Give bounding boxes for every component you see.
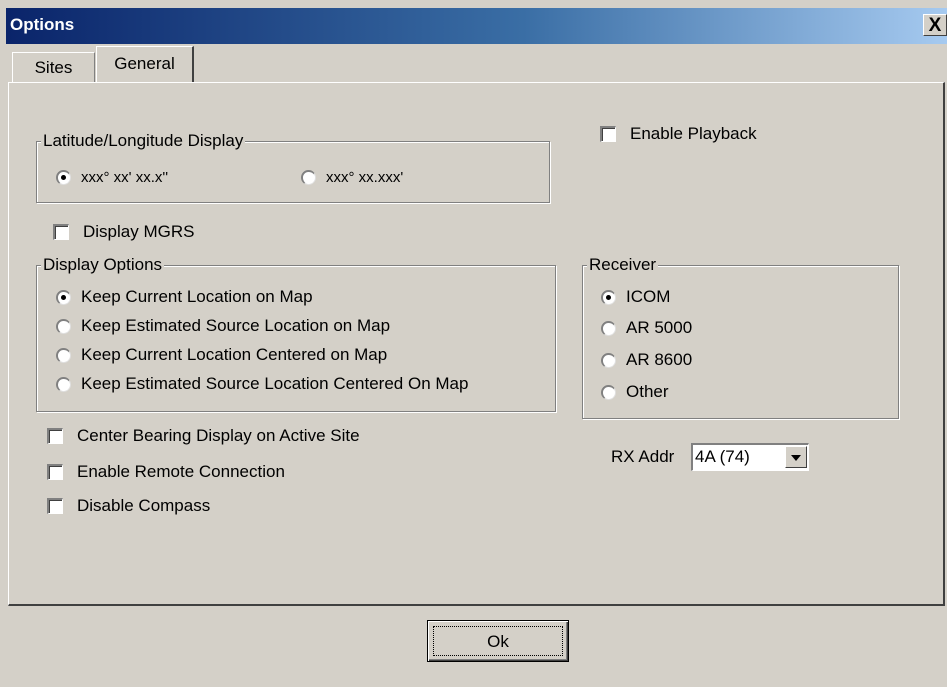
checkbox-label: Enable Playback [630,124,757,143]
radio-indicator [301,170,316,185]
radio-indicator [56,289,71,305]
radio-indicator [601,352,616,368]
radio-indicator [56,318,71,334]
rx-addr-value: 4A (74) [695,447,750,466]
checkbox-label: Enable Remote Connection [77,462,285,481]
radio-label: Other [626,382,669,401]
checkbox-indicator [47,428,63,444]
radio-label: AR 8600 [626,350,693,369]
radio-label: xxx° xx.xxx' [326,169,404,186]
receiver-ar8600-radio[interactable]: AR 8600 [601,350,692,370]
close-icon: X [928,15,942,36]
latlon-display-legend: Latitude/Longitude Display [41,131,246,151]
keep-estimated-centered-radio[interactable]: Keep Estimated Source Location Centered … [56,374,468,394]
display-options-legend: Display Options [41,255,165,275]
radio-label: Keep Current Location on Map [81,287,313,306]
rx-addr-select[interactable]: 4A (74) [691,443,809,471]
dialog-title: Options [10,15,75,34]
radio-label: AR 5000 [626,318,693,337]
radio-label: Keep Estimated Source Location on Map [81,316,391,335]
tab-general[interactable]: General [96,46,194,82]
checkbox-indicator [47,464,63,480]
latlon-dm-radio[interactable]: xxx° xx.xxx' [301,169,403,186]
keep-current-centered-radio[interactable]: Keep Current Location Centered on Map [56,345,387,365]
radio-indicator [56,170,71,185]
center-bearing-checkbox[interactable]: Center Bearing Display on Active Site [47,426,360,446]
keep-current-location-radio[interactable]: Keep Current Location on Map [56,287,313,307]
checkbox-label: Display MGRS [83,222,195,241]
receiver-legend: Receiver [587,255,659,275]
title-bar[interactable]: Options X [6,8,947,44]
radio-label: Keep Estimated Source Location Centered … [81,374,469,393]
checkbox-label: Center Bearing Display on Active Site [77,426,360,445]
dropdown-arrow-icon[interactable] [785,446,807,468]
ok-button-label: Ok [433,626,563,656]
receiver-other-radio[interactable]: Other [601,382,669,402]
radio-label: xxx° xx' xx.x'' [81,169,169,186]
keep-estimated-source-radio[interactable]: Keep Estimated Source Location on Map [56,316,390,336]
options-dialog: Options X Sites General Latitude/Longitu… [0,0,947,687]
close-button[interactable]: X [923,14,947,36]
radio-indicator [601,289,616,305]
checkbox-indicator [53,224,69,240]
disable-compass-checkbox[interactable]: Disable Compass [47,496,210,516]
checkbox-indicator [600,126,616,142]
latlon-dms-radio[interactable]: xxx° xx' xx.x'' [56,169,168,186]
radio-label: ICOM [626,287,671,306]
checkbox-label: Disable Compass [77,496,211,515]
enable-remote-connection-checkbox[interactable]: Enable Remote Connection [47,462,285,482]
enable-playback-checkbox[interactable]: Enable Playback [600,124,757,144]
ok-button[interactable]: Ok [427,620,569,662]
rx-addr-label: RX Addr [611,447,675,466]
radio-indicator [601,384,616,400]
radio-label: Keep Current Location Centered on Map [81,345,388,364]
radio-indicator [56,376,71,392]
display-mgrs-checkbox[interactable]: Display MGRS [53,222,194,242]
radio-indicator [601,320,616,336]
tab-sites[interactable]: Sites [12,52,95,82]
checkbox-indicator [47,498,63,514]
receiver-ar5000-radio[interactable]: AR 5000 [601,318,692,338]
receiver-icom-radio[interactable]: ICOM [601,287,670,307]
radio-indicator [56,347,71,363]
